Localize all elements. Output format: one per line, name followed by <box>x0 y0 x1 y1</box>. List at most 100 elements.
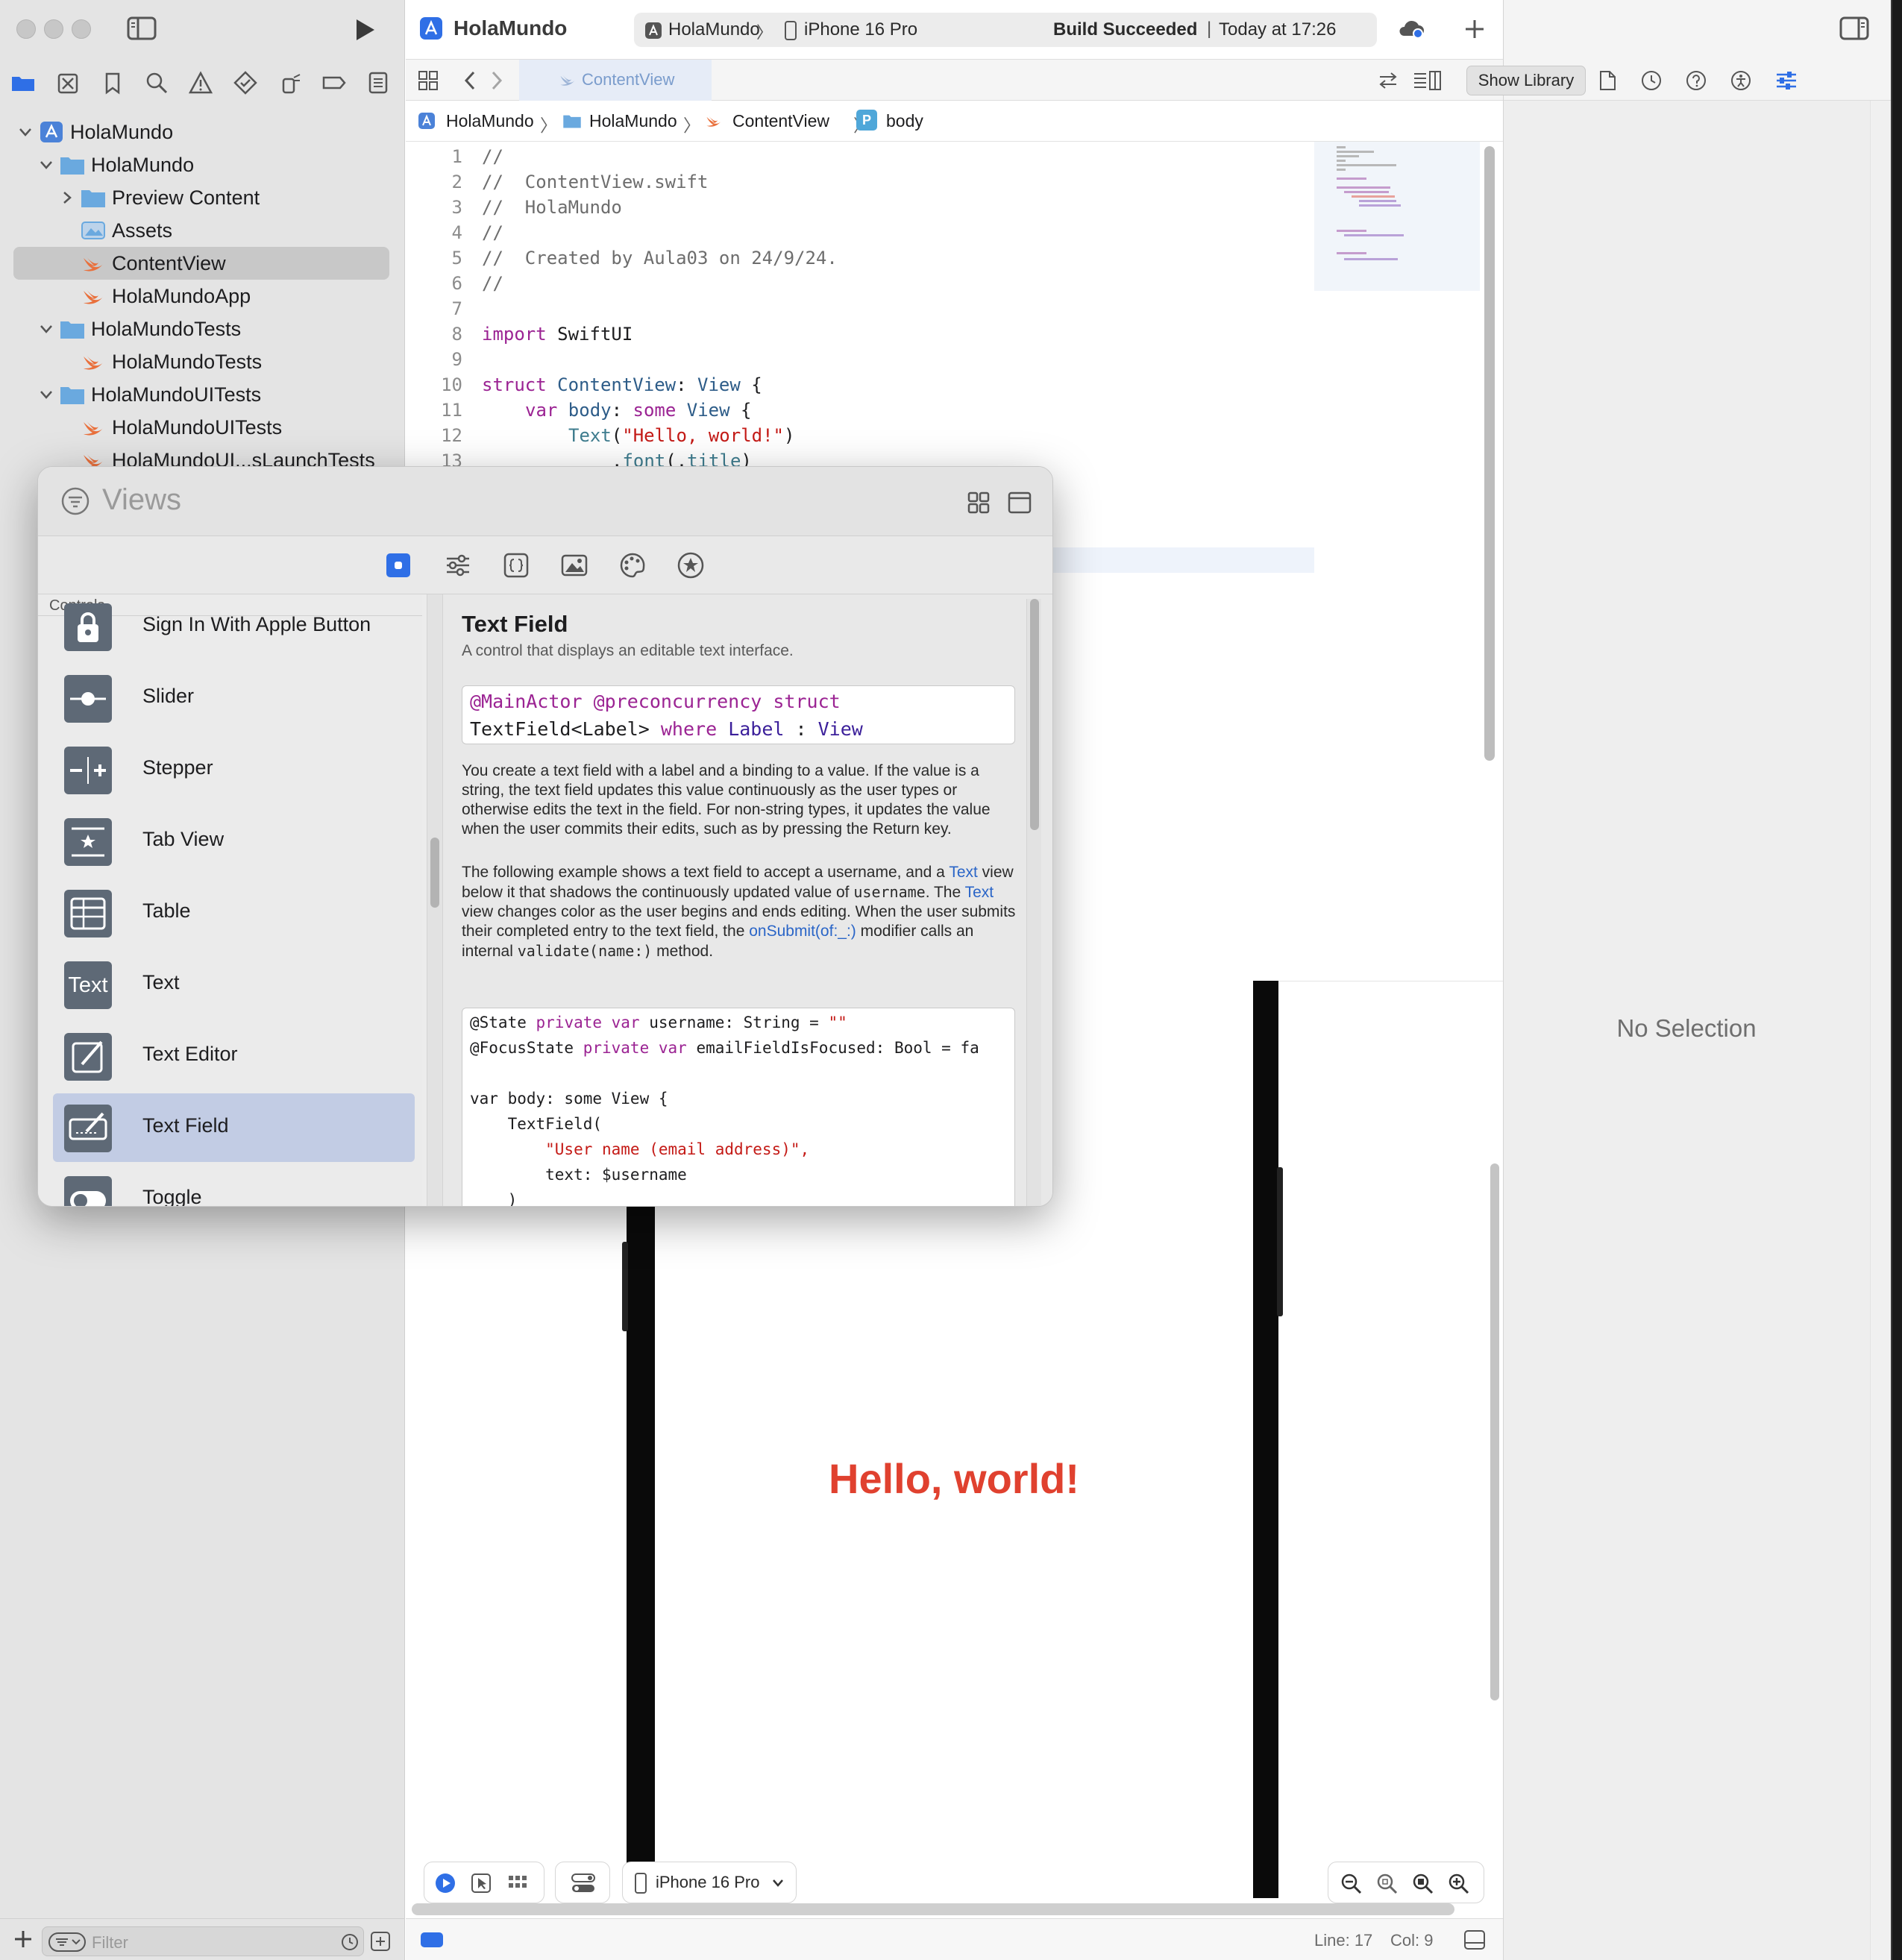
file-inspector-icon[interactable] <box>1598 70 1617 91</box>
xcode-project-icon <box>418 113 435 129</box>
breadcrumb-file[interactable]: ContentView <box>732 111 829 131</box>
filter-field[interactable]: Filter <box>42 1926 364 1956</box>
zoom-out-icon[interactable] <box>1340 1873 1363 1895</box>
onsubmit-link[interactable]: onSubmit(of:_:) <box>749 923 856 940</box>
minimize-window-button[interactable] <box>44 19 63 39</box>
filter-icon[interactable] <box>60 486 90 516</box>
tree-item-group[interactable]: HolaMundoUITests <box>0 378 405 411</box>
images-category-icon[interactable] <box>560 551 589 579</box>
debug-area-toggle-icon[interactable] <box>421 1932 443 1947</box>
detail-scroll-track[interactable] <box>1026 599 1041 1206</box>
bookmark-icon[interactable] <box>100 70 125 95</box>
detail-view-icon[interactable] <box>1008 491 1032 515</box>
folder-icon[interactable] <box>10 70 36 95</box>
library-item-selected[interactable]: Text Field <box>53 1093 415 1162</box>
canvas-horizontal-scrollbar[interactable] <box>412 1903 1454 1915</box>
tree-item-file[interactable]: ContentView <box>0 247 405 280</box>
tree-item-file[interactable]: HolaMundoTests <box>0 345 405 378</box>
library-item[interactable]: Stepper <box>53 735 415 804</box>
library-item[interactable]: Toggle <box>53 1165 415 1206</box>
variants-icon[interactable] <box>508 1874 527 1892</box>
forward-icon[interactable] <box>489 70 504 91</box>
chevron-down-icon[interactable] <box>39 387 54 402</box>
grid-view-icon[interactable] <box>967 491 991 515</box>
tree-item-group[interactable]: HolaMundoTests <box>0 312 405 345</box>
library-item[interactable]: Text Text <box>53 950 415 1019</box>
library-list-scrollbar[interactable] <box>427 594 443 1206</box>
filter-options-icon[interactable] <box>370 1931 391 1952</box>
library-item[interactable]: Table <box>53 879 415 947</box>
tree-item-file[interactable]: HolaMundoUITests <box>0 411 405 444</box>
library-item[interactable]: Tab View <box>53 807 415 876</box>
cloud-sync-icon[interactable] <box>1398 16 1425 40</box>
live-preview-icon[interactable] <box>435 1873 456 1894</box>
breadcrumb-symbol[interactable]: body <box>886 111 923 131</box>
zoom-in-icon[interactable] <box>1448 1873 1470 1895</box>
inspector-toggle-icon[interactable] <box>1839 16 1869 40</box>
panel-toggle-icon[interactable] <box>1463 1929 1486 1950</box>
scheme-selector[interactable]: HolaMundo <box>668 19 760 40</box>
swap-icon[interactable] <box>1377 70 1399 91</box>
text-link[interactable]: Text <box>949 864 978 881</box>
tree-item-project[interactable]: HolaMundo <box>0 116 405 148</box>
selectable-mode-icon[interactable] <box>471 1873 492 1894</box>
tab-contentview[interactable]: ContentView <box>519 60 712 101</box>
debug-spray-icon[interactable] <box>277 70 303 95</box>
preview-device-selector[interactable]: iPhone 16 Pro <box>622 1862 797 1903</box>
device-settings-pill[interactable] <box>555 1862 610 1903</box>
chevron-down-icon[interactable] <box>39 157 54 172</box>
recent-files-icon[interactable] <box>341 1933 359 1951</box>
canvas-scrollbar[interactable] <box>1490 1163 1499 1700</box>
modifiers-category-icon[interactable] <box>444 551 472 579</box>
test-diamond-icon[interactable] <box>233 70 258 95</box>
tree-item-group[interactable]: Preview Content <box>0 181 405 214</box>
chevron-down-icon[interactable] <box>18 125 33 139</box>
snippets-category-icon[interactable] <box>502 551 530 579</box>
breadcrumb-group[interactable]: HolaMundo <box>589 111 677 131</box>
iphone-icon <box>635 1873 647 1894</box>
zoom-window-button[interactable] <box>72 19 91 39</box>
help-icon[interactable] <box>1686 70 1707 91</box>
chevron-down-icon[interactable] <box>39 321 54 336</box>
tree-item-file[interactable]: Assets <box>0 214 405 247</box>
library-item[interactable]: Sign In With Apple Button <box>53 594 415 661</box>
attributes-inspector-icon[interactable] <box>1775 70 1798 91</box>
back-icon[interactable] <box>462 70 477 91</box>
add-icon[interactable] <box>12 1928 34 1950</box>
status-bar: Line: 17 Col: 9 <box>406 1918 1503 1960</box>
grid-icon[interactable] <box>418 70 439 91</box>
breadcrumb-project[interactable]: HolaMundo <box>446 111 534 131</box>
run-button[interactable] <box>354 18 376 42</box>
library-search-bar[interactable]: Views <box>38 467 1052 536</box>
library-search-input[interactable]: Views <box>102 483 181 517</box>
device-selector[interactable]: iPhone 16 Pro <box>804 19 917 40</box>
breakpoint-icon[interactable] <box>321 70 347 95</box>
preview-hello-text[interactable]: Hello, world! <box>655 1454 1253 1503</box>
tree-item-group[interactable]: HolaMundo <box>0 148 405 181</box>
source-control-icon[interactable] <box>55 70 81 95</box>
editor-scrollbar[interactable] <box>1484 146 1496 761</box>
search-icon[interactable] <box>144 70 169 95</box>
symbols-category-icon[interactable] <box>677 551 705 579</box>
colors-category-icon[interactable] <box>618 551 647 579</box>
editor-options-icon[interactable] <box>1413 70 1443 91</box>
library-item[interactable]: Text Editor <box>53 1022 415 1090</box>
sidebar-toggle-icon[interactable] <box>127 16 157 40</box>
text-link[interactable]: Text <box>965 884 994 901</box>
accessibility-icon[interactable] <box>1730 70 1751 91</box>
chevron-right-icon[interactable] <box>60 190 75 205</box>
views-category-icon[interactable] <box>384 551 412 579</box>
zoom-actual-size-icon[interactable] <box>1376 1873 1399 1895</box>
close-window-button[interactable] <box>16 19 36 39</box>
report-icon[interactable] <box>365 70 391 95</box>
add-icon[interactable] <box>1463 18 1486 40</box>
minimap[interactable] <box>1314 142 1480 291</box>
history-icon[interactable] <box>1641 70 1662 91</box>
scheme-icon <box>645 22 662 39</box>
library-item[interactable]: Slider <box>53 664 415 732</box>
tree-item-file[interactable]: HolaMundoApp <box>0 280 405 312</box>
warning-icon[interactable] <box>188 70 213 95</box>
zoom-to-fit-icon[interactable] <box>1412 1873 1434 1895</box>
filter-menu-icon[interactable] <box>48 1932 86 1953</box>
cursor-column: Col: 9 <box>1390 1931 1434 1950</box>
